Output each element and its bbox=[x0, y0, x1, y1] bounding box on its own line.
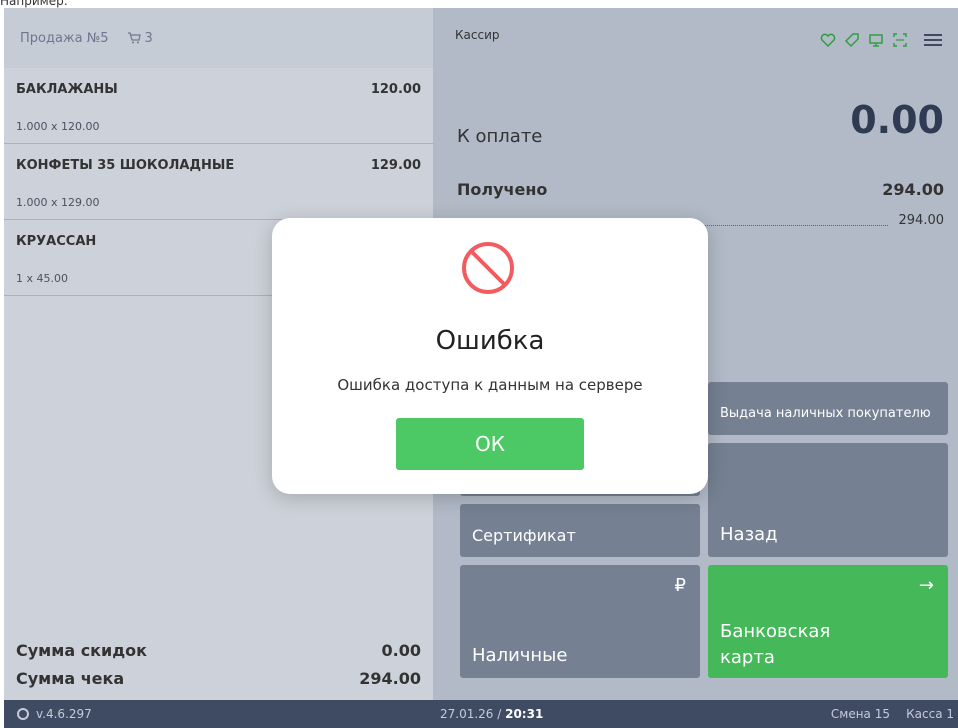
arrow-right-icon: → bbox=[918, 575, 934, 596]
status-icons bbox=[820, 32, 944, 48]
tag-icon[interactable] bbox=[844, 32, 860, 48]
discount-row: Сумма скидок 0.00 bbox=[16, 636, 421, 664]
dialog-message: Ошибка доступа к данным на сервере bbox=[337, 376, 643, 394]
to-pay-value: 0.00 bbox=[850, 98, 944, 142]
dialog-title: Ошибка bbox=[435, 326, 545, 356]
ok-button[interactable]: ОК bbox=[396, 418, 584, 470]
version-label: v.4.6.297 bbox=[36, 707, 92, 721]
discount-value: 0.00 bbox=[381, 640, 421, 660]
discount-label: Сумма скидок bbox=[16, 640, 148, 660]
check-label: Сумма чека bbox=[16, 668, 125, 688]
back-button[interactable]: Назад bbox=[708, 443, 948, 557]
certificate-label: Сертификат bbox=[472, 526, 576, 545]
cash-out-label: Выдача наличных покупателю bbox=[720, 406, 931, 421]
cash-button[interactable]: ₽ Наличные bbox=[460, 565, 700, 678]
bank-card-button[interactable]: → Банковская карта bbox=[708, 565, 948, 678]
scan-icon[interactable] bbox=[892, 32, 908, 48]
item-qty: 1.000 x 129.00 bbox=[16, 196, 100, 209]
shift-label: Смена 15 bbox=[830, 707, 890, 721]
certificate-button[interactable]: Сертификат bbox=[460, 504, 700, 557]
cart-count: 3 bbox=[144, 30, 153, 46]
datetime: 27.01.26 / 20:31 bbox=[440, 707, 543, 721]
cashier-label: Кассир bbox=[455, 28, 500, 42]
time-label: 20:31 bbox=[505, 707, 544, 721]
item-total: 120.00 bbox=[370, 82, 421, 97]
cart-icon bbox=[127, 32, 141, 44]
item-qty: 1 x 45.00 bbox=[16, 272, 68, 285]
app-logo-icon bbox=[17, 708, 29, 720]
date-label: 27.01.26 / bbox=[440, 707, 506, 721]
cart-counter: 3 bbox=[127, 31, 153, 46]
version-info: v.4.6.297 bbox=[16, 707, 92, 721]
sale-title: Продажа №5 bbox=[20, 30, 109, 46]
error-dialog: Ошибка Ошибка доступа к данным на сервер… bbox=[272, 218, 708, 494]
bank-card-label-line2: карта bbox=[720, 647, 775, 668]
received-sub-value: 294.00 bbox=[898, 213, 945, 228]
list-item[interactable]: КОНФЕТЫ 35 ШОКОЛАДНЫЕ 129.00 1.000 x 129… bbox=[4, 144, 433, 220]
item-name: БАКЛАЖАНЫ bbox=[16, 82, 118, 97]
receipt-summary: Сумма скидок 0.00 Сумма чека 294.00 bbox=[16, 636, 421, 692]
item-name: КРУАССАН bbox=[16, 234, 97, 249]
item-name: КОНФЕТЫ 35 ШОКОЛАДНЫЕ bbox=[16, 158, 235, 173]
page-caption: Например: bbox=[0, 0, 68, 8]
to-pay-label: К оплате bbox=[457, 126, 543, 147]
item-total: 129.00 bbox=[370, 158, 421, 173]
check-row: Сумма чека 294.00 bbox=[16, 664, 421, 692]
menu-icon[interactable] bbox=[922, 32, 944, 48]
cash-label: Наличные bbox=[472, 645, 568, 666]
heart-icon[interactable] bbox=[820, 32, 836, 48]
received-value: 294.00 bbox=[882, 180, 944, 199]
sale-header: Продажа №5 3 bbox=[4, 8, 433, 68]
bank-card-label-line1: Банковская bbox=[720, 621, 831, 642]
pos-window: Продажа №5 3 БАКЛАЖАНЫ 120.00 1.000 x 12… bbox=[4, 8, 958, 728]
status-bar: v.4.6.297 27.01.26 / 20:31 Смена 15 Касс… bbox=[4, 700, 958, 728]
back-label: Назад bbox=[720, 524, 778, 545]
list-item[interactable]: БАКЛАЖАНЫ 120.00 1.000 x 120.00 bbox=[4, 68, 433, 144]
check-value: 294.00 bbox=[359, 668, 421, 688]
cash-out-button[interactable]: Выдача наличных покупателю bbox=[708, 382, 948, 435]
monitor-icon[interactable] bbox=[868, 32, 884, 48]
kassa-label: Касса 1 bbox=[906, 707, 954, 721]
ruble-icon: ₽ bbox=[674, 575, 686, 596]
item-qty: 1.000 x 120.00 bbox=[16, 120, 100, 133]
received-label: Получено bbox=[457, 180, 548, 199]
prohibited-icon bbox=[462, 242, 514, 294]
